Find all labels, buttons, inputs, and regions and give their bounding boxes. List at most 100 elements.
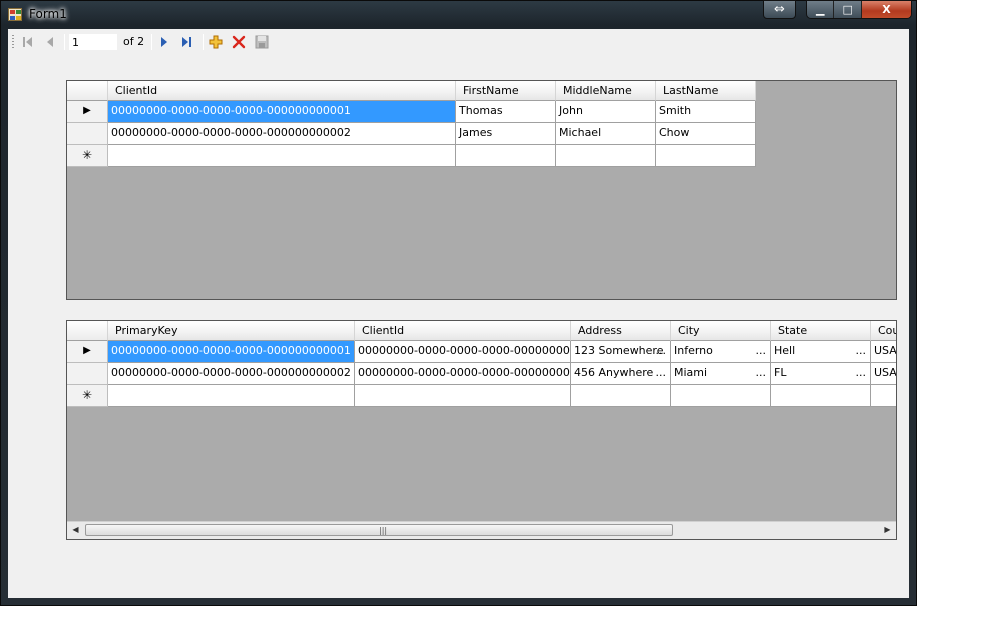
grid-cell[interactable]: Michael	[556, 123, 656, 145]
count-label: of 2	[123, 35, 145, 48]
new-row-indicator-icon[interactable]: ✳	[67, 385, 108, 407]
grid-cell[interactable]: FL...	[771, 363, 871, 385]
grid-cell[interactable]: USA	[871, 363, 896, 385]
cell-ellipsis-button[interactable]: ...	[656, 341, 667, 361]
save-button[interactable]	[253, 33, 271, 51]
resize-arrows-icon[interactable]: ⇔	[763, 0, 796, 19]
previous-record-button[interactable]	[41, 33, 59, 51]
new-row-cell[interactable]	[355, 385, 571, 407]
cell-text: 00000000-0000-0000-0000-000000000002	[111, 126, 351, 139]
scroll-left-icon[interactable]: ◀	[67, 522, 84, 538]
column-header[interactable]: Cou	[871, 321, 896, 341]
grid-cell[interactable]: Inferno...	[671, 341, 771, 363]
grid-cell[interactable]: 00000000-0000-0000-0000-000000000002	[108, 123, 456, 145]
caption-buttons: ▁ □ X	[806, 0, 912, 19]
close-button[interactable]: X	[861, 1, 911, 18]
new-row-cell[interactable]	[108, 385, 355, 407]
grid-cell[interactable]: Thomas	[456, 101, 556, 123]
scrollbar-thumb[interactable]: |||	[85, 524, 673, 536]
grid-cell[interactable]: 123 Somewhere...	[571, 341, 671, 363]
previous-record-icon	[47, 37, 53, 47]
new-row-cell[interactable]	[671, 385, 771, 407]
cell-ellipsis-button[interactable]: ...	[856, 341, 867, 361]
cell-text: 00000000-0000-0000-0000-000000000001	[111, 344, 351, 357]
cell-text: Inferno	[674, 344, 713, 357]
grid-corner-header[interactable]	[67, 81, 108, 101]
current-row-indicator-icon[interactable]: ▶	[67, 341, 108, 363]
addresses-data-grid[interactable]: ◀ ||| ▶ PrimaryKey ClientId Address City Sta…	[66, 320, 897, 540]
column-header[interactable]: Address	[571, 321, 671, 341]
toolbar-grip[interactable]	[12, 35, 14, 49]
clients-data-grid[interactable]: ClientId FirstName MiddleName LastName ▶ 0000…	[66, 80, 897, 300]
next-record-button[interactable]	[155, 33, 173, 51]
row-header[interactable]	[67, 123, 108, 145]
cell-text: Thomas	[459, 104, 503, 117]
maximize-button[interactable]: □	[834, 1, 862, 18]
last-record-button[interactable]	[178, 33, 196, 51]
new-row-cell[interactable]	[108, 145, 456, 167]
column-header[interactable]: LastName	[656, 81, 756, 101]
save-icon	[255, 35, 269, 49]
grid-cell[interactable]: 00000000-0000-0000-0000-000000000002	[108, 363, 355, 385]
column-header[interactable]: City	[671, 321, 771, 341]
grid-cell[interactable]: 00000000-0000-0000-0000-000000000001	[108, 101, 456, 123]
scroll-grip-icon: |||	[379, 526, 388, 535]
cell-text: 00000000-0000-0000-0000-000000000002	[358, 366, 570, 379]
grid-corner-header[interactable]	[67, 321, 108, 341]
column-header[interactable]: FirstName	[456, 81, 556, 101]
new-row-cell[interactable]	[556, 145, 656, 167]
grid-cell[interactable]: Smith	[656, 101, 756, 123]
grid-cell[interactable]: Chow	[656, 123, 756, 145]
form-client-area: of 2	[8, 29, 909, 598]
toolbar-separator	[203, 34, 204, 50]
delete-button[interactable]	[230, 33, 248, 51]
column-header[interactable]: ClientId	[108, 81, 456, 101]
cell-text: 00000000-0000-0000-0000-000000000001	[111, 104, 351, 117]
grid-cell[interactable]: 00000000-0000-0000-0000-000000000002	[355, 363, 571, 385]
next-record-icon	[161, 37, 167, 47]
grid-cell[interactable]: Miami...	[671, 363, 771, 385]
grid-cell[interactable]: 456 Anywhere...	[571, 363, 671, 385]
cell-text: Smith	[659, 104, 692, 117]
cell-text: James	[459, 126, 493, 139]
cell-text: 456 Anywhere	[574, 366, 654, 379]
column-header[interactable]: ClientId	[355, 321, 571, 341]
new-row-cell[interactable]	[571, 385, 671, 407]
scroll-right-icon[interactable]: ▶	[879, 522, 896, 538]
grid-cell[interactable]: 00000000-0000-0000-0000-000000000001	[108, 341, 355, 363]
cell-ellipsis-button[interactable]: ...	[756, 341, 767, 361]
title-bar[interactable]: Form1 ⇔ ▁ □ X	[0, 0, 917, 28]
column-header[interactable]: PrimaryKey	[108, 321, 355, 341]
row-header[interactable]	[67, 363, 108, 385]
column-header[interactable]: State	[771, 321, 871, 341]
column-header[interactable]: MiddleName	[556, 81, 656, 101]
horizontal-scrollbar[interactable]: ◀ ||| ▶	[67, 521, 896, 539]
new-row-cell[interactable]	[656, 145, 756, 167]
first-record-icon	[23, 37, 32, 47]
current-row-indicator-icon[interactable]: ▶	[67, 101, 108, 123]
cell-ellipsis-button[interactable]: ...	[656, 363, 667, 383]
minimize-button[interactable]: ▁	[807, 1, 835, 18]
add-new-button[interactable]	[207, 33, 225, 51]
position-input[interactable]	[68, 33, 118, 51]
grid-cell[interactable]: John	[556, 101, 656, 123]
cell-text: Chow	[659, 126, 690, 139]
new-row-indicator-icon[interactable]: ✳	[67, 145, 108, 167]
cell-ellipsis-button[interactable]: ...	[756, 363, 767, 383]
cell-ellipsis-button[interactable]: ...	[856, 363, 867, 383]
add-new-icon	[209, 35, 223, 49]
form-app-icon	[8, 8, 22, 21]
new-row-cell[interactable]	[771, 385, 871, 407]
cell-text: 00000000-0000-0000-0000-000000000001	[358, 344, 570, 357]
window-title: Form1	[29, 7, 67, 21]
grid-cell[interactable]: 00000000-0000-0000-0000-000000000001	[355, 341, 571, 363]
new-row-cell[interactable]	[456, 145, 556, 167]
grid-cell[interactable]: James	[456, 123, 556, 145]
first-record-button[interactable]	[18, 33, 36, 51]
new-row-cell[interactable]	[871, 385, 896, 407]
grid-cell[interactable]: USA	[871, 341, 897, 363]
cell-text: USA	[874, 344, 897, 357]
cell-text: John	[559, 104, 583, 117]
cell-text: FL	[774, 366, 787, 379]
grid-cell[interactable]: Hell...	[771, 341, 871, 363]
